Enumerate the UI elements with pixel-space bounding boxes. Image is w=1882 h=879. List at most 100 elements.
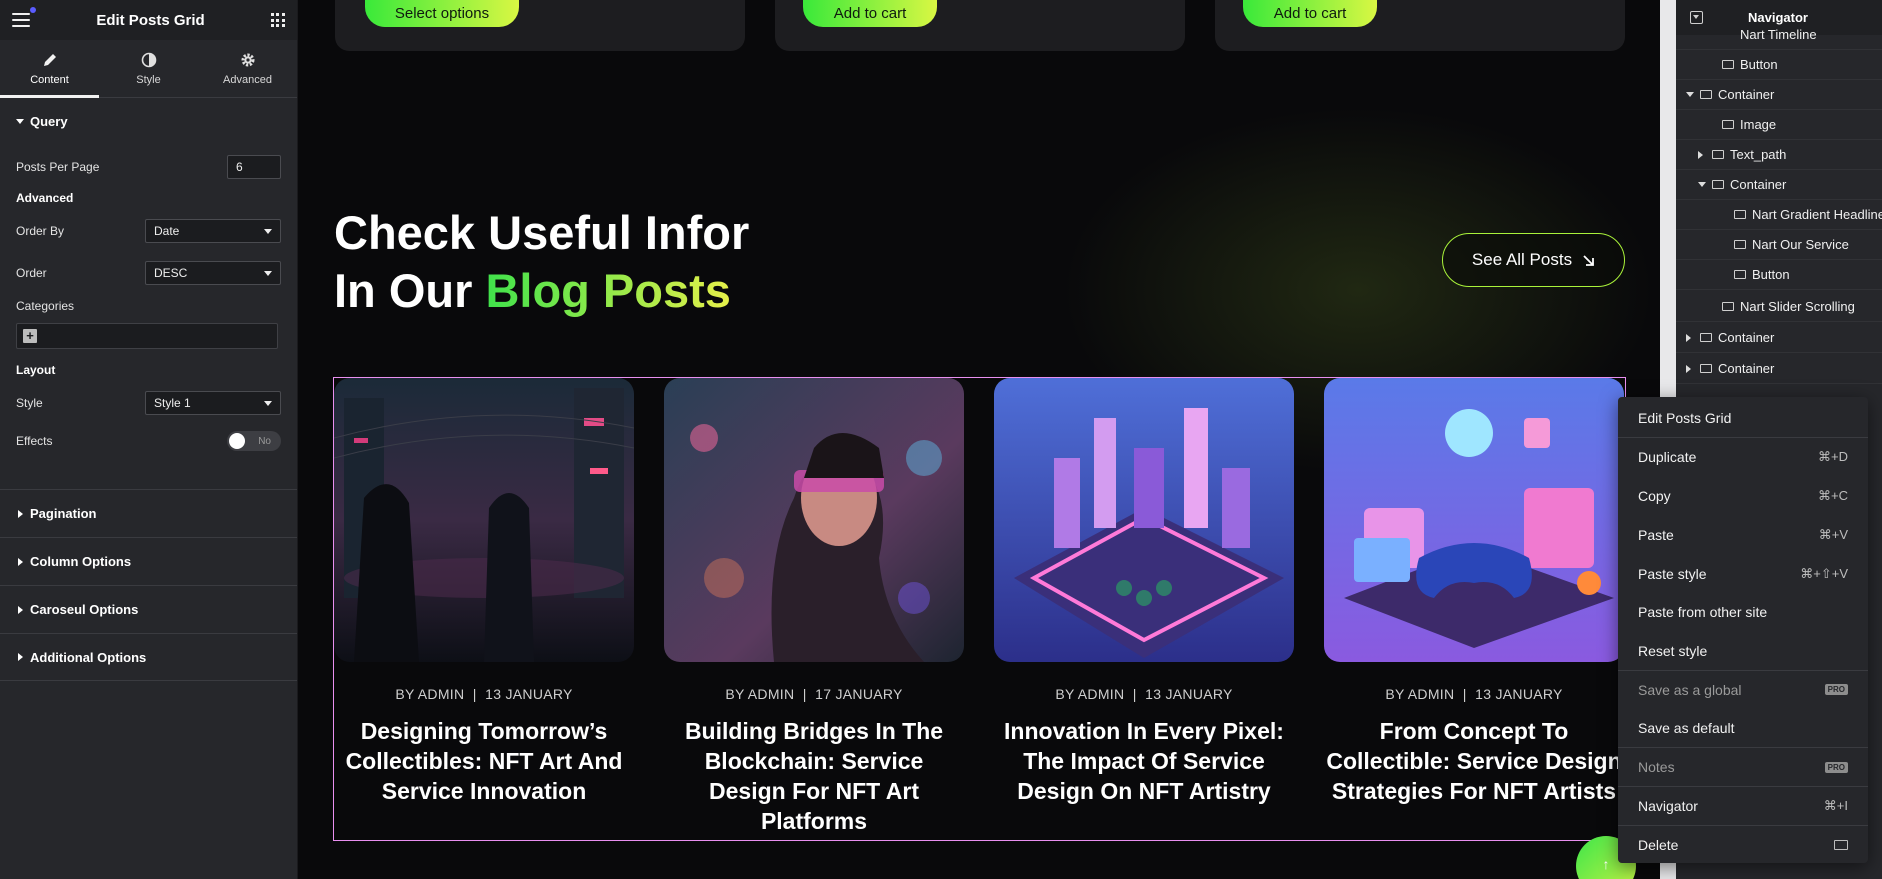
navigator-item[interactable]: Text_path — [1676, 140, 1882, 170]
post-title[interactable]: Building Bridges In The Blockchain: Serv… — [664, 716, 964, 836]
chevron-down-icon — [264, 228, 272, 234]
section-carousel-options[interactable]: Caroseul Options — [0, 585, 297, 633]
menu-item-save-as-global[interactable]: Save as a global PRO — [1618, 671, 1868, 710]
post-card[interactable]: BY ADMIN | 13 JANUARY Designing Tomorrow… — [334, 378, 634, 806]
order-by-select[interactable]: Date — [145, 219, 281, 243]
product-card: Add to cart — [1215, 0, 1625, 51]
post-title[interactable]: From Concept To Collectible: Service Des… — [1324, 716, 1624, 806]
tab-content[interactable]: Content — [0, 40, 99, 98]
menu-item-save-as-default[interactable]: Save as default — [1618, 709, 1868, 749]
navigator-item-label: Nart Our Service — [1752, 237, 1849, 252]
navigator-item[interactable]: Container — [1676, 170, 1882, 200]
add-to-cart-button[interactable]: Add to cart — [803, 0, 937, 27]
preview-canvas: Select options Add to cart Add to cart C… — [298, 0, 1660, 879]
menu-item-reset-style[interactable]: Reset style — [1618, 632, 1868, 671]
editor-panel: Edit Posts Grid Content Style Advanced Q… — [0, 0, 298, 879]
navigator-item[interactable]: Image — [1676, 110, 1882, 140]
post-date: 13 JANUARY — [1475, 686, 1563, 702]
query-section-header[interactable]: Query — [16, 114, 281, 129]
navigator-item-label: Nart Slider Scrolling — [1740, 299, 1855, 314]
post-meta: BY ADMIN | 13 JANUARY — [1324, 686, 1624, 702]
navigator-item-label: Image — [1740, 117, 1777, 132]
section-additional-options[interactable]: Additional Options — [0, 633, 297, 681]
caret-down-icon[interactable] — [1698, 182, 1706, 187]
plus-icon[interactable]: + — [23, 329, 37, 343]
navigator-item[interactable]: Container — [1676, 354, 1882, 384]
style-select[interactable]: Style 1 — [145, 391, 281, 415]
menu-item-delete[interactable]: Delete — [1618, 826, 1868, 865]
navigator-item[interactable]: Button — [1676, 260, 1882, 290]
menu-item-edit-posts-grid[interactable]: Edit Posts Grid — [1618, 399, 1868, 438]
box-widget-icon — [1700, 90, 1712, 99]
caret-down-icon[interactable] — [1686, 92, 1694, 97]
menu-item-shortcut: ⌘+I — [1823, 797, 1848, 813]
navigator-item[interactable]: Container — [1676, 80, 1882, 110]
post-image[interactable] — [994, 378, 1294, 662]
menu-item-paste[interactable]: Paste ⌘+V — [1618, 515, 1868, 554]
post-card[interactable]: BY ADMIN | 13 JANUARY From Concept To Co… — [1324, 378, 1624, 806]
box-widget-icon — [1712, 180, 1724, 189]
caret-right-icon[interactable] — [1698, 150, 1703, 159]
navigator-item-label: Container — [1730, 177, 1787, 192]
post-image[interactable] — [334, 378, 634, 662]
navigator-item[interactable]: Nart Gradient Headline — [1676, 200, 1882, 230]
menu-item-paste-from-other-site[interactable]: Paste from other site — [1618, 593, 1868, 632]
post-image[interactable] — [1324, 378, 1624, 662]
post-title[interactable]: Innovation In Every Pixel: The Impact Of… — [994, 716, 1294, 806]
tab-style[interactable]: Style — [99, 40, 198, 97]
post-title[interactable]: Designing Tomorrow’s Collectibles: NFT A… — [334, 716, 634, 806]
see-all-posts-label: See All Posts — [1471, 250, 1573, 269]
widgets-grid-icon[interactable] — [270, 13, 285, 27]
box-widget-icon — [1734, 210, 1746, 219]
query-section: Query Posts Per Page Advanced Order By D… — [0, 98, 297, 451]
post-card[interactable]: BY ADMIN | 17 JANUARY Building Bridges I… — [664, 378, 964, 836]
posts-grid-widget[interactable]: BY ADMIN | 13 JANUARY Designing Tomorrow… — [333, 377, 1626, 841]
menu-item-shortcut: ⌘+D — [1818, 449, 1848, 465]
section-column-options-label: Column Options — [30, 554, 132, 569]
categories-label: Categories — [16, 299, 75, 313]
order-select[interactable]: DESC — [145, 261, 281, 285]
post-date: 13 JANUARY — [1145, 686, 1233, 702]
select-options-button[interactable]: Select options — [365, 0, 519, 27]
navigator-item[interactable]: Container — [1676, 323, 1882, 353]
section-pagination[interactable]: Pagination — [0, 489, 297, 537]
post-image[interactable] — [664, 378, 964, 662]
add-to-cart-button[interactable]: Add to cart — [1243, 0, 1377, 27]
caret-right-icon — [18, 653, 23, 661]
caret-right-icon[interactable] — [1686, 364, 1691, 373]
section-pagination-label: Pagination — [30, 506, 97, 521]
menu-item-navigator[interactable]: Navigator ⌘+I — [1618, 787, 1868, 826]
menu-icon[interactable] — [12, 7, 36, 27]
menu-item-duplicate[interactable]: Duplicate ⌘+D — [1618, 438, 1868, 477]
box-widget-icon — [1700, 333, 1712, 342]
headline-highlight: Blog Posts — [485, 264, 731, 317]
pencil-icon — [43, 53, 56, 66]
button-widget-icon — [1722, 60, 1734, 69]
order-by-label: Order By — [16, 224, 65, 238]
image-widget-icon — [1722, 120, 1734, 129]
product-card: Select options — [335, 0, 745, 51]
navigator-item[interactable]: Nart Timeline — [1676, 20, 1882, 50]
navigator-item-label: Nart Timeline — [1740, 27, 1817, 42]
menu-item-label: Paste from other site — [1638, 604, 1768, 621]
tab-advanced-label: Advanced — [223, 73, 272, 86]
meta-separator: | — [1462, 686, 1467, 702]
posts-per-page-input[interactable] — [227, 155, 281, 179]
navigator-item[interactable]: Nart Our Service — [1676, 230, 1882, 260]
post-card[interactable]: BY ADMIN | 13 JANUARY Innovation In Ever… — [994, 378, 1294, 806]
menu-item-copy[interactable]: Copy ⌘+C — [1618, 477, 1868, 516]
navigator-item[interactable]: Button — [1676, 50, 1882, 80]
slider-widget-icon — [1722, 302, 1734, 311]
post-date: 13 JANUARY — [485, 686, 573, 702]
caret-right-icon[interactable] — [1686, 333, 1691, 342]
chevron-down-icon — [264, 400, 272, 406]
see-all-posts-button[interactable]: See All Posts — [1442, 233, 1625, 287]
effects-toggle[interactable]: No — [227, 431, 281, 451]
menu-item-notes[interactable]: Notes PRO — [1618, 748, 1868, 787]
menu-item-paste-style[interactable]: Paste style ⌘+⇧+V — [1618, 554, 1868, 593]
categories-field[interactable]: + — [16, 323, 278, 349]
section-column-options[interactable]: Column Options — [0, 537, 297, 585]
tab-advanced[interactable]: Advanced — [198, 40, 297, 97]
menu-item-label: Paste — [1638, 526, 1674, 543]
navigator-item[interactable]: Nart Slider Scrolling — [1676, 292, 1882, 322]
